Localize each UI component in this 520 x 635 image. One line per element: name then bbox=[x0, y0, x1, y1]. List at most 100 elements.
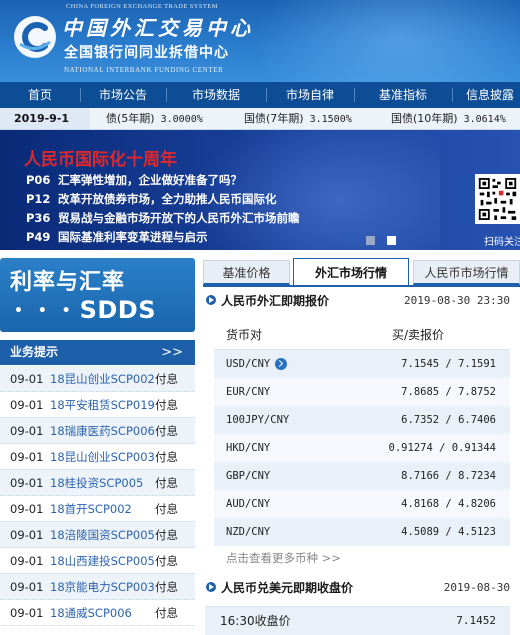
fx-pair[interactable]: HKD/CNY bbox=[226, 434, 270, 462]
banner-item[interactable]: P12 改革开放债券市场，全力助推人民币国际化 bbox=[26, 191, 277, 207]
tip-bond-link[interactable]: 18京能电力SCP003 bbox=[50, 574, 155, 600]
fx-pair[interactable]: NZD/CNY bbox=[226, 518, 270, 546]
ticker-label: 国债(10年期) bbox=[391, 112, 458, 125]
ticker-item[interactable]: 债(5年期) 3.0000% bbox=[106, 108, 203, 129]
nav-item-announcements[interactable]: 市场公告 bbox=[80, 82, 166, 108]
tips-more-link[interactable]: >> bbox=[161, 340, 183, 365]
close-price-label: 16:30收盘价 bbox=[220, 614, 291, 628]
tip-status: 付息 bbox=[155, 476, 178, 490]
promo-banner[interactable]: 人民币国际化十周年 P06 汇率弹性增加，企业做好准备了吗？ P12 改革开放债券市… bbox=[0, 130, 520, 250]
tip-date: 09-01 bbox=[10, 372, 44, 386]
tip-bond-link[interactable]: 18瑞康医药SCP006 bbox=[50, 418, 155, 444]
tip-status: 付息 bbox=[155, 424, 178, 438]
tip-row[interactable]: 09-01 18通威SCP006 付息 bbox=[0, 600, 195, 626]
fx-quote: 7.1545 / 7.1591 bbox=[401, 358, 496, 370]
ticker-item[interactable]: 国债(7年期) 3.1500% bbox=[244, 108, 352, 129]
tip-status: 付息 bbox=[155, 606, 178, 620]
tip-bond-link[interactable]: 18桂投资SCP005 bbox=[50, 470, 143, 496]
header-glow bbox=[250, 0, 520, 82]
sdds-label: SDDS bbox=[79, 296, 157, 324]
fx-row[interactable]: USD/CNY 7.1545 / 7.1591 bbox=[214, 350, 510, 378]
tips-list: 09-01 18昆山创业SCP002 付息 09-01 18平安租赁SCP019 付息 09… bbox=[0, 366, 195, 626]
fx-row[interactable]: NZD/CNY 4.5089 / 4.5123 bbox=[214, 518, 510, 546]
tip-bond-link[interactable]: 18涪陵国资SCP005 bbox=[50, 522, 155, 548]
arrow-right-circle-icon[interactable] bbox=[275, 358, 287, 370]
tip-row[interactable]: 09-01 18瑞康医药SCP006 付息 bbox=[0, 418, 195, 444]
fx-section-title[interactable]: 人民币外汇即期报价 bbox=[221, 290, 329, 312]
qr-label: 扫码关注 bbox=[484, 237, 520, 248]
fx-pair[interactable]: USD/CNY bbox=[226, 350, 270, 378]
banner-item[interactable]: P06 汇率弹性增加，企业做好准备了吗？ bbox=[26, 172, 242, 188]
close-price-value: 7.1452 bbox=[456, 614, 496, 627]
ticker-value: 3.0614% bbox=[463, 114, 506, 125]
fx-row[interactable]: 100JPY/CNY 6.7352 / 6.7406 bbox=[214, 406, 510, 434]
tip-row[interactable]: 09-01 18涪陵国资SCP005 付息 bbox=[0, 522, 195, 548]
fx-quote: 7.8685 / 7.8752 bbox=[401, 386, 496, 398]
tip-row[interactable]: 09-01 18首开SCP002 付息 bbox=[0, 496, 195, 522]
ticker-item[interactable]: 国债(10年期) 3.0614% bbox=[391, 108, 506, 129]
rate-ticker: 2019-9-1 债(5年期) 3.0000% 国债(7年期) 3.1500% 国债… bbox=[0, 108, 520, 130]
nav-item-benchmarks[interactable]: 基准指标 bbox=[354, 82, 452, 108]
tip-row[interactable]: 09-01 18昆山创业SCP003 付息 bbox=[0, 444, 195, 470]
tabs-underline bbox=[203, 285, 520, 287]
header-cn-title: 中国外汇交易中心 bbox=[62, 16, 254, 40]
tips-header: 业务提示 >> bbox=[0, 340, 195, 365]
tip-status: 付息 bbox=[155, 528, 178, 542]
fx-section-header: 人民币外汇即期报价 2019-08-30 23:30 bbox=[205, 290, 520, 312]
tip-bond-link[interactable]: 18昆山创业SCP003 bbox=[50, 444, 155, 470]
carousel-dot-active[interactable] bbox=[387, 236, 396, 245]
fx-more-link[interactable]: 点击查看更多币种 >> bbox=[226, 550, 341, 566]
fx-pair[interactable]: 100JPY/CNY bbox=[226, 406, 289, 434]
nav-item-home[interactable]: 首页 bbox=[0, 82, 80, 108]
fx-pair[interactable]: EUR/CNY bbox=[226, 378, 270, 406]
tip-bond-link[interactable]: 18昆山创业SCP002 bbox=[50, 366, 155, 392]
fx-pair[interactable]: AUD/CNY bbox=[226, 490, 270, 518]
tip-bond-link[interactable]: 18平安租赁SCP019 bbox=[50, 392, 155, 418]
banner-item-text: 国际基准利率变革进程与启示 bbox=[58, 230, 208, 244]
nav-item-disclosure[interactable]: 信息披露 bbox=[452, 82, 520, 108]
fx-pair[interactable]: GBP/CNY bbox=[226, 462, 270, 490]
tab-benchmark-price[interactable]: 基准价格 bbox=[203, 260, 290, 285]
fx-rows: USD/CNY 7.1545 / 7.1591 EUR/CNY 7.8685 / 7.… bbox=[214, 350, 510, 546]
tip-bond-link[interactable]: 18通威SCP006 bbox=[50, 600, 132, 626]
tip-bond-link[interactable]: 18首开SCP002 bbox=[50, 496, 132, 522]
tip-status: 付息 bbox=[155, 580, 178, 594]
tip-date: 09-01 bbox=[10, 450, 44, 464]
close-price-row: 16:30收盘价 7.1452 bbox=[205, 606, 510, 635]
main-nav: 首页 市场公告 市场数据 市场自律 基准指标 信息披露 bbox=[0, 82, 520, 108]
fx-row[interactable]: AUD/CNY 4.8168 / 4.8206 bbox=[214, 490, 510, 518]
tip-bond-link[interactable]: 18山西建投SCP005 bbox=[50, 548, 155, 574]
carousel-dot[interactable] bbox=[366, 236, 375, 245]
play-circle-icon bbox=[206, 295, 216, 305]
tip-date: 09-01 bbox=[10, 528, 44, 542]
tab-fx-market[interactable]: 外汇市场行情 bbox=[293, 258, 409, 287]
close-section-title[interactable]: 人民币兑美元即期收盘价 bbox=[221, 577, 353, 599]
header-en-subtitle: NATIONAL INTERBANK FUNDING CENTER bbox=[64, 66, 224, 74]
fx-row[interactable]: EUR/CNY 7.8685 / 7.8752 bbox=[214, 378, 510, 406]
tip-date: 09-01 bbox=[10, 606, 44, 620]
sdds-dots: • • • bbox=[14, 303, 76, 319]
tab-rmb-market[interactable]: 人民币市场行情 bbox=[413, 260, 520, 285]
tip-status: 付息 bbox=[155, 450, 178, 464]
tip-row[interactable]: 09-01 18山西建投SCP005 付息 bbox=[0, 548, 195, 574]
fx-table-header: 货币对 买/卖报价 bbox=[214, 320, 510, 350]
cfets-logo-icon[interactable] bbox=[12, 14, 58, 60]
nav-item-self-regulation[interactable]: 市场自律 bbox=[266, 82, 354, 108]
banner-item[interactable]: P49 国际基准利率变革进程与启示 bbox=[26, 229, 208, 245]
header-cn-subtitle: 全国银行间同业拆借中心 bbox=[64, 45, 229, 61]
nav-item-market-data[interactable]: 市场数据 bbox=[166, 82, 266, 108]
tip-row[interactable]: 09-01 18平安租赁SCP019 付息 bbox=[0, 392, 195, 418]
banner-item[interactable]: P36 贸易战与金融市场开放下的人民币外汇市场前瞻 bbox=[26, 210, 300, 226]
fx-row[interactable]: GBP/CNY 8.7166 / 8.7234 bbox=[214, 462, 510, 490]
tip-date: 09-01 bbox=[10, 424, 44, 438]
fx-quote: 8.7166 / 8.7234 bbox=[401, 470, 496, 482]
play-circle-icon bbox=[206, 582, 216, 592]
tip-row[interactable]: 09-01 18昆山创业SCP002 付息 bbox=[0, 366, 195, 392]
banner-title: 人民币国际化十周年 bbox=[24, 150, 177, 170]
sdds-banner[interactable]: 利率与汇率 • • • SDDS bbox=[0, 258, 195, 332]
tip-row[interactable]: 09-01 18京能电力SCP003 付息 bbox=[0, 574, 195, 600]
tip-row[interactable]: 09-01 18桂投资SCP005 付息 bbox=[0, 470, 195, 496]
tip-date: 09-01 bbox=[10, 502, 44, 516]
ticker-value: 3.1500% bbox=[309, 114, 352, 125]
fx-row[interactable]: HKD/CNY 0.91274 / 0.91344 bbox=[214, 434, 510, 462]
